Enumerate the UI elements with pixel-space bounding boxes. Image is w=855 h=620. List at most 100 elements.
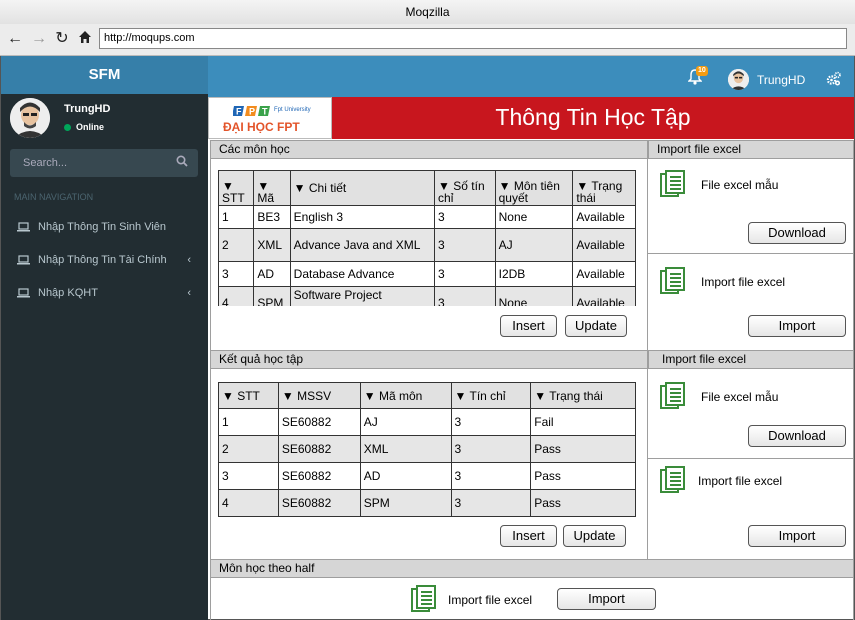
table-cell: Software Project: [289, 286, 436, 306]
results-insert-button[interactable]: Insert: [500, 525, 557, 547]
online-status-label: Online: [76, 122, 105, 132]
table-row[interactable]: 4 SPM Software Project 3 None Available: [218, 286, 636, 306]
svg-text:F: F: [236, 107, 242, 117]
table-row[interactable]: 1 SE60882 AJ 3 Fail: [218, 408, 636, 436]
import-button[interactable]: Import: [748, 525, 846, 547]
excel-file-icon: [660, 466, 688, 496]
column-header[interactable]: ▼ Chi tiết: [289, 170, 436, 206]
courses-insert-button[interactable]: Insert: [500, 315, 557, 337]
column-header[interactable]: ▼ Môn tiên quyết: [494, 170, 574, 206]
main-navigation-label: MAIN NAVIGATION: [14, 192, 94, 202]
table-cell: SPM: [253, 286, 291, 306]
table-cell: Pass: [530, 462, 636, 490]
table-cell: Advance Java and XML: [289, 228, 436, 262]
excel-file-icon: [411, 585, 439, 615]
table-cell: 4: [218, 286, 255, 306]
results-update-button[interactable]: Update: [563, 525, 626, 547]
table-row[interactable]: 2 SE60882 XML 3 Pass: [218, 435, 636, 463]
column-header[interactable]: ▼ Tín chỉ: [450, 382, 532, 409]
gears-icon[interactable]: [826, 71, 841, 89]
import-file-label: Import file excel: [701, 275, 786, 289]
table-cell: SE60882: [277, 435, 361, 463]
table-cell: Available: [572, 205, 636, 229]
table-cell: 3: [434, 205, 496, 229]
table-cell: Database Advance: [289, 261, 436, 287]
table-cell: Pass: [530, 435, 636, 463]
back-icon[interactable]: ←: [6, 30, 24, 48]
table-cell: None: [494, 205, 574, 229]
half-import-button[interactable]: Import: [557, 588, 656, 610]
column-header[interactable]: ▼ Số tín chỉ: [434, 170, 496, 206]
excel-file-icon: [660, 170, 688, 200]
laptop-icon: [17, 246, 30, 274]
excel-template-label: File excel mẫu: [701, 178, 779, 192]
table-cell: XML: [253, 228, 291, 262]
search-placeholder: Search...: [23, 157, 68, 169]
table-cell: 3: [450, 435, 532, 463]
forward-icon[interactable]: →: [30, 30, 48, 48]
excel-template-label: File excel mẫu: [701, 390, 779, 404]
download-button[interactable]: Download: [748, 425, 846, 447]
svg-text:P: P: [249, 107, 255, 117]
search-input[interactable]: Search...: [10, 149, 198, 177]
column-header[interactable]: ▼ Mã môn: [359, 382, 452, 409]
table-cell: 1: [218, 408, 279, 436]
sidebar-item-kqht[interactable]: Nhập KQHT ‹: [1, 279, 208, 307]
import-button[interactable]: Import: [748, 315, 846, 337]
sidebar-item-label: Nhập KQHT: [38, 287, 98, 299]
sidebar-item-student-info[interactable]: Nhập Thông Tin Sinh Viên: [1, 213, 208, 241]
table-cell: BE3: [253, 205, 291, 229]
sidebar-item-label: Nhập Thông Tin Tài Chính: [38, 254, 167, 266]
column-header[interactable]: ▼ STT: [218, 170, 255, 206]
table-cell: XML: [359, 435, 452, 463]
table-row[interactable]: 3 SE60882 AD 3 Pass: [218, 462, 636, 490]
import-panel-1-title: Import file excel: [648, 140, 854, 159]
fpt-logo: F P T Fpt University ĐẠI HỌC FPT: [208, 97, 332, 139]
app-logo[interactable]: SFM: [1, 56, 208, 94]
results-table: ▼ STT ▼ MSSV ▼ Mã môn ▼ Tín chỉ ▼ Trạng …: [218, 382, 636, 517]
panel-divider: [648, 458, 854, 459]
table-cell: 1: [218, 205, 255, 229]
table-cell: AD: [359, 462, 452, 490]
table-row[interactable]: 1 BE3 English 3 3 None Available: [218, 205, 636, 229]
column-header[interactable]: ▼ Mã: [253, 170, 291, 206]
home-icon[interactable]: [76, 30, 94, 48]
table-cell: 3: [434, 286, 496, 306]
reload-icon[interactable]: ↻: [53, 30, 71, 48]
column-header[interactable]: ▼ Trạng thái: [530, 382, 636, 409]
table-row[interactable]: 4 SE60882 SPM 3 Pass: [218, 489, 636, 517]
chevron-left-icon: ‹: [187, 287, 191, 299]
laptop-icon: [17, 279, 30, 307]
search-icon[interactable]: [176, 149, 188, 177]
table-header-row: ▼ STT ▼ Mã ▼ Chi tiết ▼ Số tín chỉ ▼ Môn t…: [218, 170, 636, 206]
table-cell: AJ: [494, 228, 574, 262]
header-user-name[interactable]: TrungHD: [757, 73, 805, 87]
table-cell: I2DB: [494, 261, 574, 287]
column-header[interactable]: ▼ Trạng thái: [572, 170, 636, 206]
column-header[interactable]: ▼ MSSV: [277, 382, 361, 409]
table-row[interactable]: 3 AD Database Advance 3 I2DB Available: [218, 261, 636, 287]
table-cell: 3: [450, 408, 532, 436]
table-header-row: ▼ STT ▼ MSSV ▼ Mã môn ▼ Tín chỉ ▼ Trạng …: [218, 382, 636, 409]
table-row[interactable]: 2 XML Advance Java and XML 3 AJ Available: [218, 228, 636, 262]
download-button[interactable]: Download: [748, 222, 846, 244]
laptop-icon: [17, 213, 30, 241]
excel-file-icon: [660, 382, 688, 412]
table-cell: SPM: [359, 489, 452, 517]
courses-update-button[interactable]: Update: [565, 315, 627, 337]
courses-table-viewport[interactable]: ▼ STT ▼ Mã ▼ Chi tiết ▼ Số tín chỉ ▼ Môn t…: [218, 170, 636, 306]
sidebar-item-finance-info[interactable]: Nhập Thông Tin Tài Chính ‹: [1, 246, 208, 274]
sidebar-item-label: Nhập Thông Tin Sinh Viên: [38, 221, 167, 233]
table-cell: Available: [572, 228, 636, 262]
svg-text:T: T: [262, 107, 268, 117]
logo-text: ĐẠI HỌC FPT: [223, 120, 300, 134]
column-header[interactable]: ▼ STT: [218, 382, 279, 409]
sidebar-user-name: TrungHD: [64, 103, 111, 115]
table-cell: Available: [572, 286, 636, 306]
import-file-label: Import file excel: [448, 593, 533, 607]
address-bar[interactable]: http://moqups.com: [99, 28, 847, 49]
header-avatar[interactable]: [728, 69, 749, 90]
table-cell: 2: [218, 435, 279, 463]
chevron-left-icon: ‹: [187, 254, 191, 266]
notification-badge: 10: [696, 66, 708, 76]
